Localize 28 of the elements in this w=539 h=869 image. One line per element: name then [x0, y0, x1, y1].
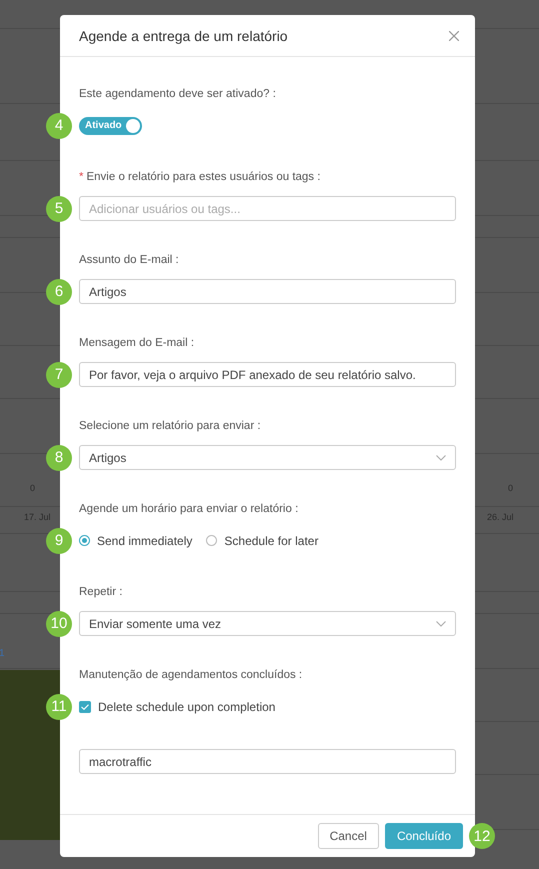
step-badge: 12 — [469, 823, 495, 849]
field-label: Assunto do E-mail : — [79, 253, 179, 268]
dialog-title: Agende a entrega de um relatório — [79, 28, 288, 44]
input-field[interactable]: macrotraffic — [79, 749, 456, 774]
input-field[interactable]: Artigos — [79, 279, 456, 304]
cancel-button[interactable]: Cancel — [318, 823, 379, 849]
radio-label[interactable]: Send immediately — [97, 534, 192, 548]
required-mark: * — [79, 170, 84, 185]
radio-button[interactable] — [79, 535, 90, 546]
input-field[interactable]: Por favor, veja o arquivo PDF anexado de seu relatório salvo. — [79, 362, 456, 387]
field-label: Repetir : — [79, 585, 122, 600]
radio-button[interactable] — [206, 535, 218, 546]
select-field[interactable]: Enviar somente uma vez — [79, 611, 456, 636]
input-field[interactable]: Adicionar usuários ou tags... — [79, 196, 456, 221]
close-icon[interactable] — [449, 30, 459, 40]
field-label: Este agendamento deve ser ativado? : — [79, 87, 276, 102]
radio-label[interactable]: Schedule for later — [224, 534, 318, 548]
field-label: Selecione um relatório para enviar : — [79, 419, 261, 434]
chevron-down-icon — [436, 620, 446, 626]
field-label: Agende um horário para enviar o relatório : — [79, 502, 298, 517]
field-label: Envie o relatório para estes usuários ou tags : — [86, 170, 320, 185]
chevron-down-icon — [436, 454, 446, 460]
checkbox-label[interactable]: Delete schedule upon completion — [98, 700, 276, 714]
series-label: 1 — [0, 648, 5, 659]
select-field[interactable]: Artigos — [79, 445, 456, 470]
field-label: Manutenção de agendamentos concluídos : — [79, 668, 302, 683]
field-label: Mensagem do E-mail : — [79, 336, 194, 351]
checkbox[interactable] — [79, 700, 91, 712]
